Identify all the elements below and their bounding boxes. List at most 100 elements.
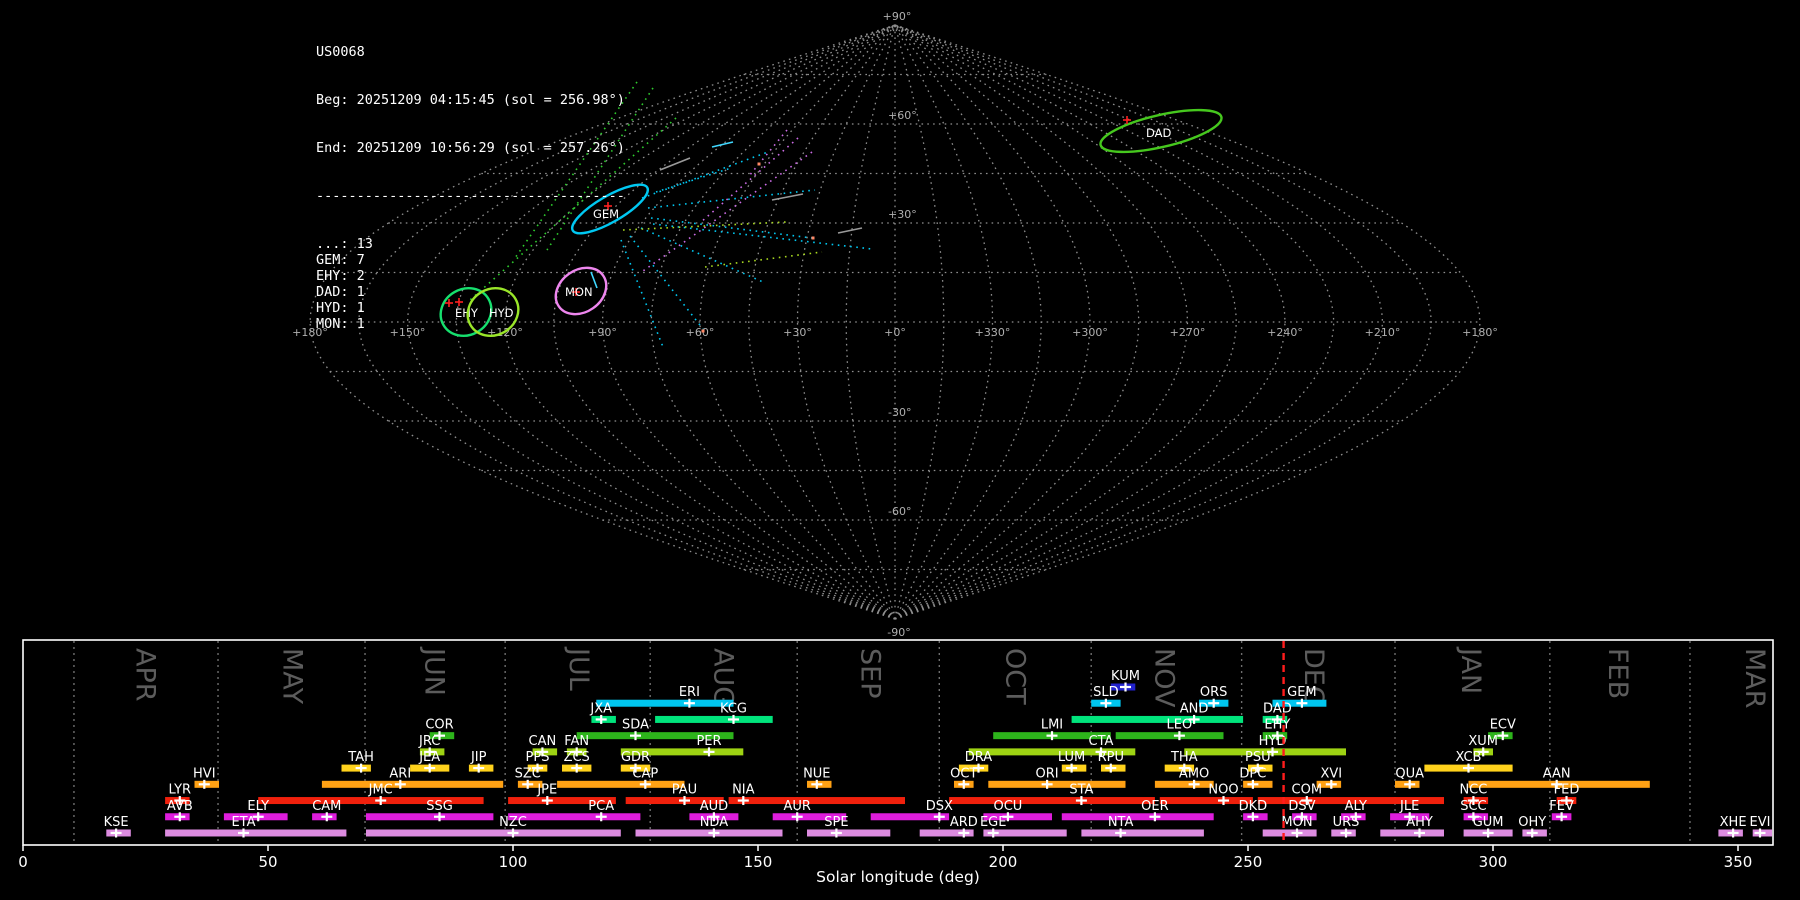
- shower-label-cap: CAP: [632, 766, 658, 781]
- shower-label-jea: JEA: [418, 750, 440, 765]
- shower-label-pps: PPS: [526, 750, 550, 765]
- plot-canvas: +180° +150° +120° +90° +60° +30° +0° +330° +300°…: [18, 10, 1774, 886]
- shower-bar-ari: [321, 780, 504, 788]
- shower-label-ege: EGE: [980, 815, 1007, 830]
- shower-label-xvi: XVI: [1320, 766, 1342, 781]
- shower-bar-mon: [1262, 829, 1317, 837]
- shower-label-noo: NOO: [1208, 783, 1238, 798]
- shower-label-dad: DAD: [1263, 701, 1292, 716]
- ra-grid-label: +210°: [1365, 326, 1401, 339]
- shower-label-dsx: DSX: [926, 799, 953, 814]
- x-axis-title: Solar longitude (deg): [816, 868, 980, 886]
- shower-label-pau: PAU: [672, 783, 697, 798]
- month-label: APR: [130, 648, 161, 702]
- shower-label-cam: CAM: [312, 799, 341, 814]
- axis-tick-label: 100: [499, 853, 528, 871]
- shower-label-fed: FED: [1554, 783, 1580, 798]
- radiant-label-dad: DAD: [1146, 126, 1172, 140]
- shower-label-ard: ARD: [950, 815, 978, 830]
- shower-count-row: DAD: 1: [316, 284, 365, 300]
- shower-label-ssg: SSG: [426, 799, 453, 814]
- shower-label-urs: URS: [1333, 815, 1360, 830]
- shower-label-ori: ORI: [1036, 766, 1059, 781]
- shower-label-jrc: JRC: [418, 734, 440, 749]
- shower-label-dra: DRA: [965, 750, 993, 765]
- shower-bar-ahy: [1380, 829, 1444, 837]
- shower-label-evi: EVI: [1750, 815, 1771, 830]
- shower-label-avb: AVB: [167, 799, 193, 814]
- shower-count-row: GEM: 7: [316, 252, 365, 268]
- shower-label-jxa: JXA: [589, 701, 612, 716]
- dec-grid-label: -30°: [888, 406, 911, 419]
- shower-label-dsv: DSV: [1288, 799, 1315, 814]
- meteor-trail: [655, 167, 732, 193]
- shower-label-mon: MON: [1281, 815, 1312, 830]
- meteor-trail: [652, 223, 873, 250]
- shower-label-ors: ORS: [1200, 685, 1228, 700]
- ra-grid-label: +300°: [1072, 326, 1108, 339]
- meteor-trail: [650, 217, 813, 239]
- shower-label-ecv: ECV: [1490, 718, 1516, 733]
- meteor-trail: [629, 235, 704, 330]
- month-label: MAY: [277, 648, 308, 705]
- month-label: JAN: [1455, 646, 1486, 694]
- shower-bar-and: [1071, 715, 1244, 723]
- shower-bar-ori: [988, 780, 1126, 788]
- activity-timeline: APR MAY JUN JUL AUG SEP OCT NOV DEC JAN FEB MARKUME…: [18, 639, 1774, 886]
- shower-label-nzc: NZC: [499, 815, 527, 830]
- shower-label-ocu: OCU: [993, 799, 1022, 814]
- shower-bar-ssg: [366, 813, 494, 821]
- shower-label-nda: NDA: [700, 815, 729, 830]
- axis-tick-label: 150: [744, 853, 773, 871]
- begin-time-line: Beg: 20251209 04:15:45 (sol = 256.98°): [316, 92, 625, 108]
- shower-label-can: CAN: [529, 734, 557, 749]
- info-panel: US0068 Beg: 20251209 04:15:45 (sol = 256…: [316, 12, 625, 348]
- shower-label-jip: JIP: [470, 750, 487, 765]
- ra-grid-label: +270°: [1170, 326, 1206, 339]
- shower-label-lum: LUM: [1058, 750, 1085, 765]
- shower-label-pca: PCA: [588, 799, 614, 814]
- shower-label-gem: GEM: [1287, 685, 1317, 700]
- month-label: OCT: [999, 648, 1030, 705]
- shower-bar-eta: [165, 829, 347, 837]
- shower-label-jle: JLE: [1399, 799, 1419, 814]
- shower-bar-kcg: [655, 715, 773, 723]
- station-id: US0068: [316, 44, 365, 60]
- shower-label-gum: GUM: [1473, 815, 1504, 830]
- shower-count-row: HYD: 1: [316, 300, 365, 316]
- shower-label-ncc: NCC: [1459, 783, 1487, 798]
- shower-label-psu: PSU: [1245, 750, 1271, 765]
- shower-label-com: COM: [1292, 783, 1323, 798]
- shower-label-jmc: JMC: [368, 783, 393, 798]
- shower-label-cta: CTA: [1089, 734, 1114, 749]
- axis-tick-label: 50: [258, 853, 277, 871]
- shower-label-nia: NIA: [732, 783, 755, 798]
- shower-label-scc: SCC: [1460, 799, 1486, 814]
- shower-label-xum: XUM: [1468, 734, 1498, 749]
- month-label: SEP: [855, 648, 886, 698]
- shower-bar-pca: [508, 813, 641, 821]
- shower-label-sda: SDA: [622, 718, 649, 733]
- meteor-trail: [641, 151, 769, 199]
- month-label: AUG: [708, 648, 739, 707]
- shower-label-aan: AAN: [1543, 766, 1571, 781]
- axis-tick-label: 0: [18, 853, 28, 871]
- shower-label-sta: STA: [1069, 783, 1093, 798]
- month-label: JUL: [563, 646, 594, 691]
- shower-label-hvi: HVI: [193, 766, 216, 781]
- meteor-trail: [837, 227, 863, 234]
- ra-grid-label: +240°: [1267, 326, 1303, 339]
- shower-bar-spe: [807, 829, 891, 837]
- meteor-trail: [647, 189, 816, 209]
- shower-label-rpu: RPU: [1098, 750, 1124, 765]
- shower-label-lyr: LYR: [169, 783, 192, 798]
- axis-tick-label: 200: [989, 853, 1018, 871]
- end-time-line: End: 20251209 10:56:29 (sol = 257.26°): [316, 140, 625, 156]
- shower-bar-nta: [1081, 829, 1204, 837]
- shower-label-xcb: XCB: [1456, 750, 1482, 765]
- separator-line: --------------------------------------: [316, 188, 625, 204]
- shower-bar-leo: [1115, 732, 1224, 740]
- shower-label-nue: NUE: [803, 766, 830, 781]
- shower-bar-nzc: [366, 829, 621, 837]
- shower-bar-sta: [949, 797, 1155, 805]
